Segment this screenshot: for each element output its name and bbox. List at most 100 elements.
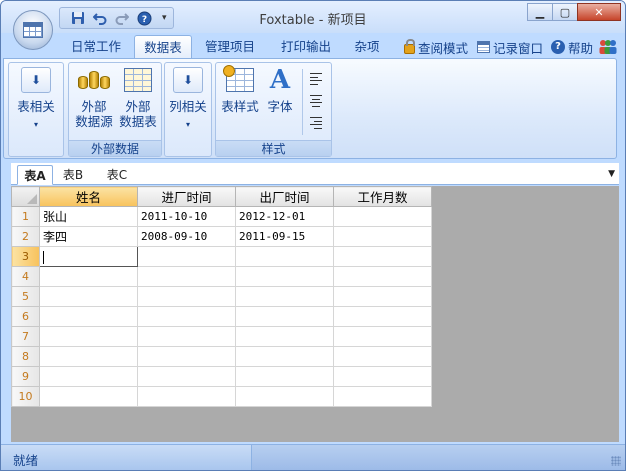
data-grid[interactable]: 姓名 进厂时间 出厂时间 工作月数 1 张山 2011-10-10 2012-12-0… — [11, 186, 432, 407]
grid-cell[interactable] — [137, 366, 236, 387]
grid-cell[interactable] — [137, 346, 236, 367]
minimize-button[interactable]: ▁ — [527, 3, 553, 21]
grid-cell[interactable] — [137, 326, 236, 347]
row-header[interactable]: 9 — [11, 366, 40, 387]
grid-cell[interactable]: 李四 — [39, 226, 138, 247]
sheet-list-dropdown-icon[interactable]: ▼ — [608, 169, 615, 179]
grid-cell[interactable]: 2011-10-10 — [137, 206, 236, 227]
table-row[interactable]: 8 — [11, 346, 432, 367]
align-left-icon[interactable] — [308, 72, 326, 86]
row-header[interactable]: 4 — [11, 266, 40, 287]
grid-cell[interactable] — [137, 266, 236, 287]
grid-cell[interactable] — [235, 306, 334, 327]
grid-cell[interactable] — [137, 286, 236, 307]
grid-cell[interactable] — [235, 286, 334, 307]
align-center-icon[interactable] — [308, 94, 326, 108]
table-row[interactable]: 10 — [11, 386, 432, 407]
grid-cell[interactable] — [235, 346, 334, 367]
table-related-button[interactable]: ⬇ 表相关 ▾ — [11, 66, 61, 132]
row-header[interactable]: 6 — [11, 306, 40, 327]
grid-cell[interactable] — [235, 326, 334, 347]
row-header[interactable]: 8 — [11, 346, 40, 367]
resize-grip-icon[interactable] — [611, 456, 621, 466]
tab-print-output[interactable]: 打印输出 — [273, 35, 339, 59]
grid-cell[interactable] — [333, 226, 432, 247]
tab-manage-project[interactable]: 管理项目 — [197, 35, 263, 59]
grid-cell[interactable] — [39, 246, 138, 267]
column-header-name[interactable]: 姓名 — [39, 186, 138, 207]
undo-icon[interactable] — [90, 9, 110, 27]
column-header-work-months[interactable]: 工作月数 — [333, 186, 432, 207]
external-table-icon — [124, 68, 152, 92]
qat-dropdown-icon[interactable]: ▾ — [162, 13, 167, 23]
row-header[interactable]: 2 — [11, 226, 40, 247]
tab-daily-work[interactable]: 日常工作 — [63, 35, 129, 59]
redo-icon[interactable] — [112, 9, 132, 27]
grid-cell[interactable] — [39, 326, 138, 347]
grid-cell[interactable] — [39, 346, 138, 367]
row-header[interactable]: 5 — [11, 286, 40, 307]
column-header-entry-date[interactable]: 进厂时间 — [137, 186, 236, 207]
grid-cell[interactable] — [333, 326, 432, 347]
column-related-button[interactable]: ⬇ 列相关 ▾ — [165, 66, 211, 132]
sheet-tab-a[interactable]: 表A — [17, 165, 53, 185]
grid-cell[interactable] — [39, 266, 138, 287]
grid-cell[interactable] — [333, 246, 432, 267]
table-row[interactable]: 3 — [11, 246, 432, 267]
table-row[interactable]: 2 李四 2008-09-10 2011-09-15 — [11, 226, 432, 247]
grid-cell[interactable] — [333, 366, 432, 387]
help-link[interactable]: ? 帮助 — [551, 38, 593, 56]
status-text: 就绪 — [13, 453, 39, 468]
help-circle-icon[interactable]: ? — [134, 9, 154, 27]
column-header-exit-date[interactable]: 出厂时间 — [235, 186, 334, 207]
grid-corner[interactable] — [11, 186, 40, 207]
grid-cell[interactable] — [333, 306, 432, 327]
sheet-tab-c[interactable]: 表C — [101, 165, 133, 185]
application-menu-button[interactable] — [13, 10, 53, 50]
table-row[interactable]: 1 张山 2011-10-10 2012-12-01 — [11, 206, 432, 227]
grid-cell[interactable] — [39, 366, 138, 387]
grid-cell[interactable]: 2011-09-15 — [235, 226, 334, 247]
save-icon[interactable] — [68, 9, 88, 27]
align-right-icon[interactable] — [308, 116, 326, 130]
table-row[interactable]: 9 — [11, 366, 432, 387]
grid-cell[interactable] — [333, 346, 432, 367]
grid-cell[interactable] — [235, 246, 334, 267]
external-table-button[interactable]: 外部 数据表 — [117, 66, 159, 129]
table-row[interactable]: 7 — [11, 326, 432, 347]
grid-cell[interactable] — [333, 286, 432, 307]
grid-cell[interactable] — [39, 306, 138, 327]
row-header[interactable]: 1 — [11, 206, 40, 227]
maximize-button[interactable]: ▢ — [552, 3, 578, 21]
grid-cell[interactable] — [235, 366, 334, 387]
grid-cell[interactable] — [39, 286, 138, 307]
grid-cell[interactable] — [137, 306, 236, 327]
table-row[interactable]: 4 — [11, 266, 432, 287]
grid-cell[interactable]: 2008-09-10 — [137, 226, 236, 247]
grid-cell[interactable] — [235, 266, 334, 287]
table-row[interactable]: 5 — [11, 286, 432, 307]
table-row[interactable]: 6 — [11, 306, 432, 327]
record-window-link[interactable]: 记录窗口 — [477, 38, 543, 56]
grid-cell[interactable] — [333, 386, 432, 407]
row-header[interactable]: 3 — [11, 246, 40, 267]
grid-cell[interactable] — [235, 386, 334, 407]
font-button[interactable]: A 字体 — [262, 66, 298, 114]
grid-cell[interactable] — [333, 206, 432, 227]
grid-cell[interactable]: 2012-12-01 — [235, 206, 334, 227]
external-source-button[interactable]: 外部 数据源 — [73, 66, 115, 129]
tab-misc[interactable]: 杂项 — [345, 35, 389, 59]
close-button[interactable]: ✕ — [577, 3, 621, 21]
grid-cell[interactable] — [137, 386, 236, 407]
sheet-tab-b[interactable]: 表B — [57, 165, 89, 185]
row-header[interactable]: 10 — [11, 386, 40, 407]
grid-cell[interactable] — [333, 266, 432, 287]
users-button[interactable] — [598, 38, 618, 56]
grid-cell[interactable] — [137, 246, 236, 267]
grid-cell[interactable] — [39, 386, 138, 407]
view-mode-link[interactable]: 查阅模式 — [404, 38, 468, 56]
row-header[interactable]: 7 — [11, 326, 40, 347]
tab-data-table[interactable]: 数据表 — [134, 35, 192, 59]
grid-cell[interactable]: 张山 — [39, 206, 138, 227]
table-style-button[interactable]: 表样式 — [218, 65, 262, 114]
